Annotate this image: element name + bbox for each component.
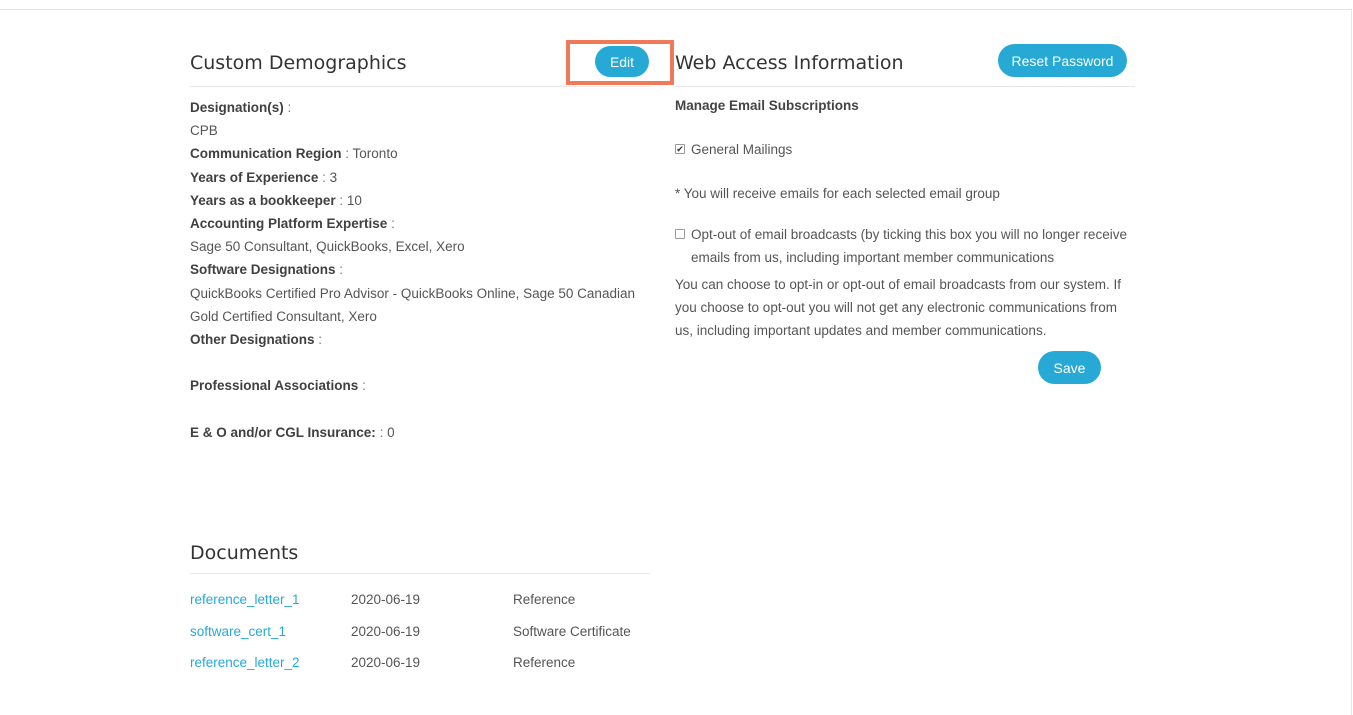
other-designations-label: Other Designations [190,332,315,348]
professional-associations-row: Professional Associations : [190,374,640,397]
designations-value: CPB [190,123,218,139]
software-designations-label: Software Designations [190,262,336,278]
document-link[interactable]: reference_letter_2 [190,653,300,673]
documents-divider [190,573,650,574]
optout-description: You can choose to opt-in or opt-out of e… [675,277,1121,338]
years-experience-value: 3 [329,169,338,185]
years-experience-label: Years of Experience [190,169,319,185]
communication-region-label: Communication Region [190,146,342,162]
software-designations-separator: : [339,262,344,278]
insurance-label: E & O and/or CGL Insurance: [190,424,376,440]
other-designations-value [190,351,640,374]
software-designations-value: QuickBooks Certified Pro Advisor - Quick… [190,285,635,324]
general-mailings-label: General Mailings [691,142,793,157]
edit-highlight-box [566,40,674,85]
checkbox-checked-icon: ✔ [676,143,684,154]
save-button[interactable]: Save [1038,351,1101,384]
reset-password-button[interactable]: Reset Password [998,44,1127,77]
professional-associations-value [190,398,640,421]
designations-separator: : [287,100,292,115]
table-row: reference_letter_1 2020-06-19 Reference [190,590,650,622]
years-experience-separator: : [322,169,326,185]
document-link[interactable]: reference_letter_1 [190,590,300,610]
accounting-platform-label: Accounting Platform Expertise [190,216,388,232]
page-border-top [0,9,1352,10]
other-designations-row: Other Designations : [190,328,640,351]
years-bookkeeper-value: 10 [346,192,362,208]
optout-checkbox[interactable] [675,229,685,239]
communication-region-row: Communication Region : Toronto [190,142,640,165]
page-border-right [1351,9,1352,715]
document-date: 2020-06-19 [351,623,421,639]
designations-row: Designation(s) : [190,96,640,119]
custom-demographics-title: Custom Demographics [190,52,407,74]
insurance-row: E & O and/or CGL Insurance: : 0 [190,421,640,444]
years-bookkeeper-row: Years as a bookkeeper : 10 [190,189,640,212]
document-link[interactable]: software_cert_1 [190,622,286,642]
documents-table: reference_letter_1 2020-06-19 Reference … [190,590,650,685]
accounting-platform-row: Accounting Platform Expertise : [190,212,640,235]
years-bookkeeper-separator: : [339,192,344,208]
years-bookkeeper-label: Years as a bookkeeper [190,192,336,208]
manage-subscriptions-heading: Manage Email Subscriptions [675,98,859,113]
optout-option[interactable]: Opt-out of email broadcasts (by ticking … [675,223,1135,269]
general-mailings-checkbox[interactable]: ✔ [675,144,685,154]
selected-groups-note: * You will receive emails for each selec… [675,186,1000,201]
web-access-divider [675,86,1135,87]
documents-title: Documents [190,542,299,564]
communication-region-separator: : [345,146,350,162]
document-date: 2020-06-19 [351,592,421,607]
communication-region-value: Toronto [352,146,398,162]
demographics-list: Designation(s) : CPB Communication Regio… [190,96,640,444]
accounting-platform-separator: : [391,216,395,232]
optout-label: Opt-out of email broadcasts (by ticking … [691,227,1127,265]
software-designations-row: Software Designations : [190,258,640,281]
web-access-title: Web Access Information [675,52,904,74]
accounting-platform-value: Sage 50 Consultant, QuickBooks, Excel, X… [190,239,465,255]
document-type: Reference [513,592,576,607]
email-subscriptions-panel: Manage Email Subscriptions ✔ General Mai… [675,96,1135,342]
table-row: reference_letter_2 2020-06-19 Reference [190,653,650,685]
document-type: Software Certificate [513,623,631,639]
general-mailings-option[interactable]: ✔ General Mailings [675,140,1135,160]
other-designations-separator: : [318,332,323,348]
professional-associations-label: Professional Associations [190,378,359,394]
designations-label: Designation(s) [190,100,284,115]
document-date: 2020-06-19 [351,655,421,670]
insurance-value: 0 [387,424,395,440]
years-experience-row: Years of Experience : 3 [190,166,640,189]
custom-demographics-divider [190,86,650,87]
professional-associations-separator: : [362,378,366,394]
document-type: Reference [513,655,576,670]
insurance-separator: : [379,424,384,440]
table-row: software_cert_1 2020-06-19 Software Cert… [190,622,650,654]
